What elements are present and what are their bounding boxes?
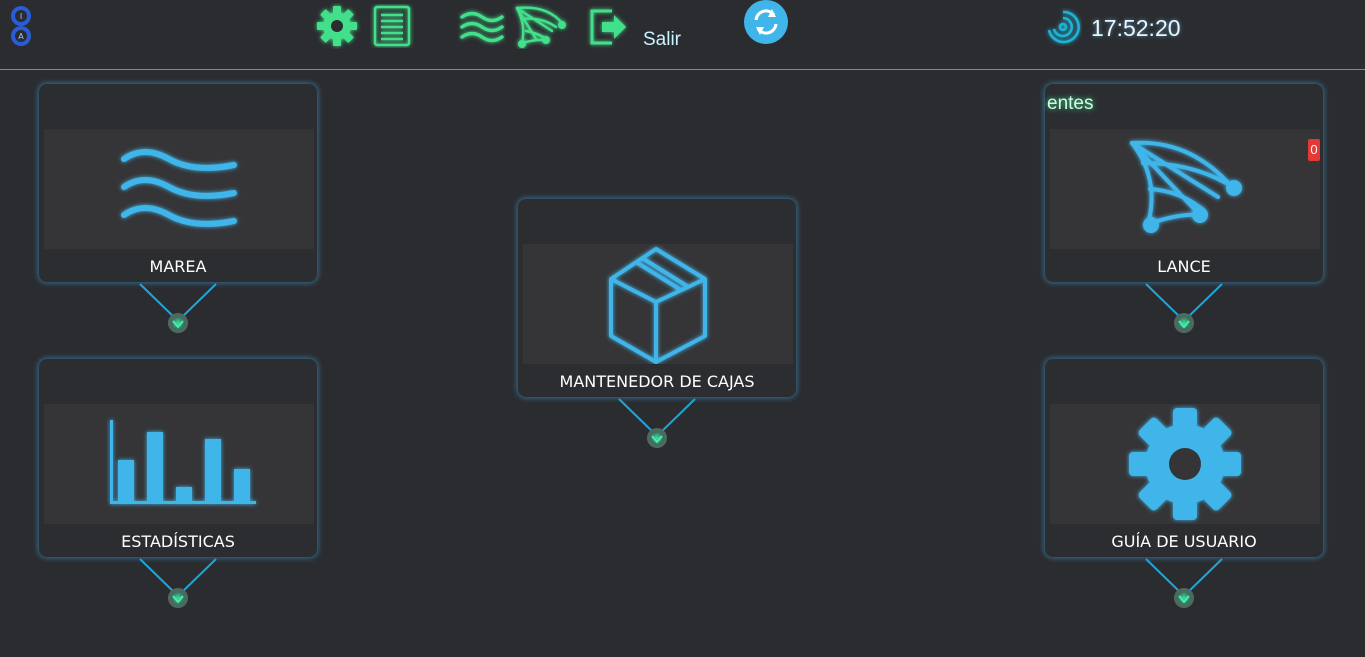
settings-gear-icon[interactable] <box>313 3 361 49</box>
document-list-icon[interactable] <box>370 4 414 48</box>
bar-chart-icon <box>110 420 256 504</box>
tile-label: ESTADÍSTICAS <box>121 532 235 551</box>
tile-image <box>1050 129 1320 249</box>
gear-icon <box>1129 408 1241 520</box>
logo-icon[interactable]: I A <box>6 4 36 48</box>
top-bar: I A I A <box>0 0 1365 70</box>
tile-image <box>44 129 314 249</box>
box-icon <box>609 247 707 364</box>
clock: 17:52:20 <box>1091 15 1181 41</box>
marquee-text: entes <box>1047 93 1094 114</box>
tile-estadisticas[interactable]: ESTADÍSTICAS <box>39 359 317 557</box>
tile-image <box>1050 404 1320 524</box>
exit-icon[interactable] <box>586 5 632 49</box>
tile-connector <box>139 283 217 333</box>
tile-image <box>44 404 314 524</box>
tile-marea[interactable]: MAREA <box>39 84 317 282</box>
logout-label[interactable]: Salir <box>643 29 681 51</box>
fishing-net-icon[interactable] <box>512 3 570 49</box>
svg-text:I: I <box>20 12 22 21</box>
tile-connector <box>618 398 696 448</box>
svg-text:A: A <box>18 32 24 41</box>
tile-label: LANCE <box>1157 257 1211 276</box>
tile-image <box>523 244 793 364</box>
tile-guia-de-usuario[interactable]: GUÍA DE USUARIO <box>1045 359 1323 557</box>
tile-label: GUÍA DE USUARIO <box>1111 532 1257 551</box>
fishing-net-icon <box>1130 140 1242 233</box>
spinner-icon <box>1047 10 1080 44</box>
notification-badge: 0 <box>1308 139 1320 161</box>
tile-connector <box>139 558 217 608</box>
waves-icon <box>121 149 237 227</box>
refresh-icon[interactable] <box>743 0 791 46</box>
waves-icon[interactable] <box>458 8 506 46</box>
tile-mantenedor-de-cajas[interactable]: MANTENEDOR DE CAJAS <box>518 199 796 397</box>
tile-label: MAREA <box>149 257 207 276</box>
tile-connector <box>1145 558 1223 608</box>
tile-connector <box>1145 283 1223 333</box>
tile-label: MANTENEDOR DE CAJAS <box>559 372 755 391</box>
